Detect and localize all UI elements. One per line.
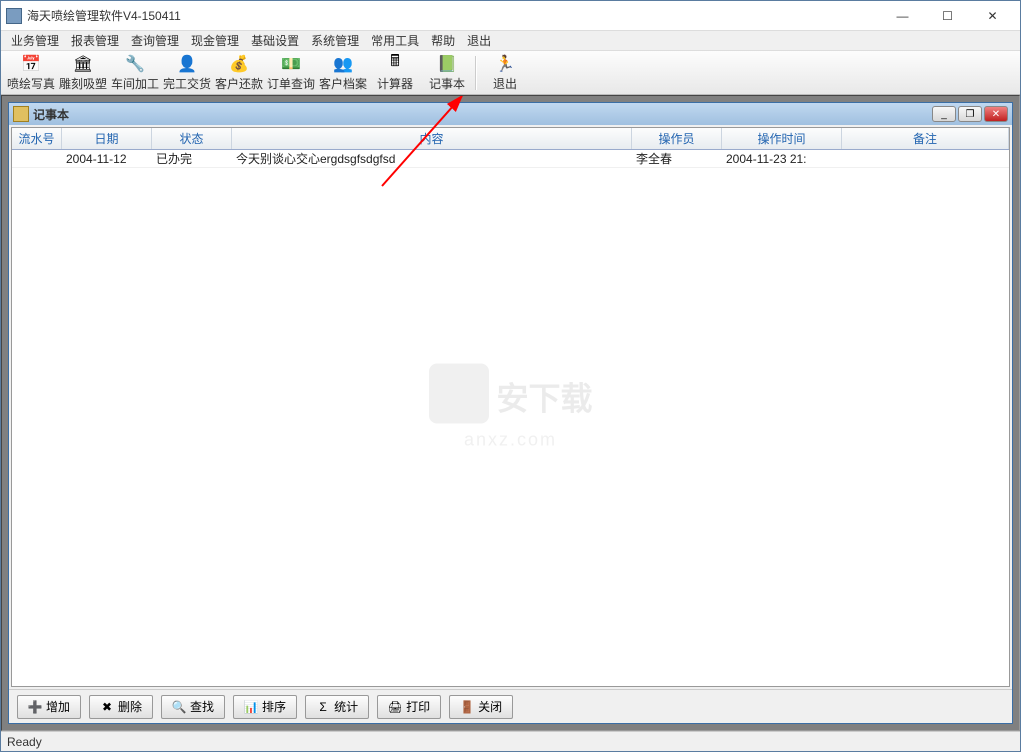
watermark-icon (428, 364, 488, 424)
bill-icon: 💵 (281, 54, 301, 74)
menu-exit[interactable]: 退出 (461, 30, 497, 51)
minimize-button[interactable]: — (880, 2, 925, 30)
calculator-icon: 🖩 (385, 54, 405, 74)
col-remark[interactable]: 备注 (842, 128, 1009, 149)
child-window-notebook: 记事本 _ ❐ ✕ 流水号 日期 状态 内容 操作员 操作时间 备注 (8, 102, 1013, 724)
menu-system[interactable]: 系统管理 (305, 30, 365, 51)
tool-notebook[interactable]: 📗记事本 (421, 53, 473, 93)
calendar-icon: 📅 (21, 54, 41, 74)
cell-status: 已办完 (152, 150, 232, 167)
sigma-icon: Σ (316, 700, 330, 714)
menu-help[interactable]: 帮助 (425, 30, 461, 51)
money-icon: 💰 (229, 54, 249, 74)
cell-content: 今天别谈心交心ergdsgfsdgfsd (232, 150, 632, 167)
printer-icon: 🖨 (388, 700, 402, 714)
col-content[interactable]: 内容 (232, 128, 632, 149)
col-operator[interactable]: 操作员 (632, 128, 722, 149)
tool-workshop[interactable]: 🔧车间加工 (109, 53, 161, 93)
child-minimize-button[interactable]: _ (932, 106, 956, 122)
close-button[interactable]: 🚪关闭 (449, 695, 513, 719)
tool-exit[interactable]: 🏃退出 (479, 53, 531, 93)
maximize-button[interactable]: ☐ (925, 2, 970, 30)
menu-business[interactable]: 业务管理 (5, 30, 65, 51)
child-close-button[interactable]: ✕ (984, 106, 1008, 122)
pillar-icon: 🏛 (73, 54, 93, 74)
wrench-icon: 🔧 (125, 54, 145, 74)
search-icon: 🔍 (172, 700, 186, 714)
menu-settings[interactable]: 基础设置 (245, 30, 305, 51)
toolbar-separator (475, 56, 477, 90)
menubar: 业务管理 报表管理 查询管理 现金管理 基础设置 系统管理 常用工具 帮助 退出 (1, 31, 1020, 51)
plus-icon: ➕ (28, 700, 42, 714)
delete-button[interactable]: ✖删除 (89, 695, 153, 719)
stats-button[interactable]: Σ统计 (305, 695, 369, 719)
menu-query[interactable]: 查询管理 (125, 30, 185, 51)
tool-order-query[interactable]: 💵订单查询 (265, 53, 317, 93)
tool-customer-file[interactable]: 👥客户档案 (317, 53, 369, 93)
bars-icon: 📊 (244, 700, 258, 714)
grid-header: 流水号 日期 状态 内容 操作员 操作时间 备注 (12, 128, 1009, 150)
child-restore-button[interactable]: ❐ (958, 106, 982, 122)
cell-remark (842, 150, 1009, 167)
window-title: 海天喷绘管理软件V4-150411 (27, 7, 880, 24)
main-toolbar: 📅喷绘写真 🏛雕刻吸塑 🔧车间加工 👤完工交货 💰客户还款 💵订单查询 👥客户档… (1, 51, 1020, 95)
tool-delivery[interactable]: 👤完工交货 (161, 53, 213, 93)
cell-time: 2004-11-23 21: (722, 150, 842, 167)
main-titlebar: 海天喷绘管理软件V4-150411 — ☐ ✕ (1, 1, 1020, 31)
sort-button[interactable]: 📊排序 (233, 695, 297, 719)
action-bar: ➕增加 ✖删除 🔍查找 📊排序 Σ统计 🖨打印 🚪关闭 (9, 689, 1012, 723)
close-button[interactable]: ✕ (970, 2, 1015, 30)
status-text: Ready (7, 735, 42, 749)
data-grid[interactable]: 流水号 日期 状态 内容 操作员 操作时间 备注 2004-11-12 已办完 … (11, 127, 1010, 687)
cell-date: 2004-11-12 (62, 150, 152, 167)
tool-calculator[interactable]: 🖩计算器 (369, 53, 421, 93)
menu-cash[interactable]: 现金管理 (185, 30, 245, 51)
notebook-icon (13, 106, 29, 122)
menu-tools[interactable]: 常用工具 (365, 30, 425, 51)
col-time[interactable]: 操作时间 (722, 128, 842, 149)
cell-operator: 李全春 (632, 150, 722, 167)
x-icon: ✖ (100, 700, 114, 714)
door-icon: 🚪 (460, 700, 474, 714)
add-button[interactable]: ➕增加 (17, 695, 81, 719)
people-icon: 👥 (333, 54, 353, 74)
app-icon (6, 8, 22, 24)
menu-report[interactable]: 报表管理 (65, 30, 125, 51)
statusbar: Ready (1, 731, 1020, 751)
tool-carving[interactable]: 🏛雕刻吸塑 (57, 53, 109, 93)
book-icon: 📗 (437, 54, 457, 74)
table-row[interactable]: 2004-11-12 已办完 今天别谈心交心ergdsgfsdgfsd 李全春 … (12, 150, 1009, 168)
grid-body[interactable]: 2004-11-12 已办完 今天别谈心交心ergdsgfsdgfsd 李全春 … (12, 150, 1009, 686)
child-titlebar[interactable]: 记事本 _ ❐ ✕ (9, 103, 1012, 125)
child-title: 记事本 (33, 106, 932, 123)
find-button[interactable]: 🔍查找 (161, 695, 225, 719)
watermark: 安下载 anxz.com (428, 364, 592, 451)
col-date[interactable]: 日期 (62, 128, 152, 149)
col-serial[interactable]: 流水号 (12, 128, 62, 149)
mdi-client-area: 记事本 _ ❐ ✕ 流水号 日期 状态 内容 操作员 操作时间 备注 (1, 95, 1020, 731)
col-status[interactable]: 状态 (152, 128, 232, 149)
person-icon: 👤 (177, 54, 197, 74)
tool-print-photo[interactable]: 📅喷绘写真 (5, 53, 57, 93)
print-button[interactable]: 🖨打印 (377, 695, 441, 719)
tool-customer-pay[interactable]: 💰客户还款 (213, 53, 265, 93)
exit-icon: 🏃 (495, 54, 515, 74)
